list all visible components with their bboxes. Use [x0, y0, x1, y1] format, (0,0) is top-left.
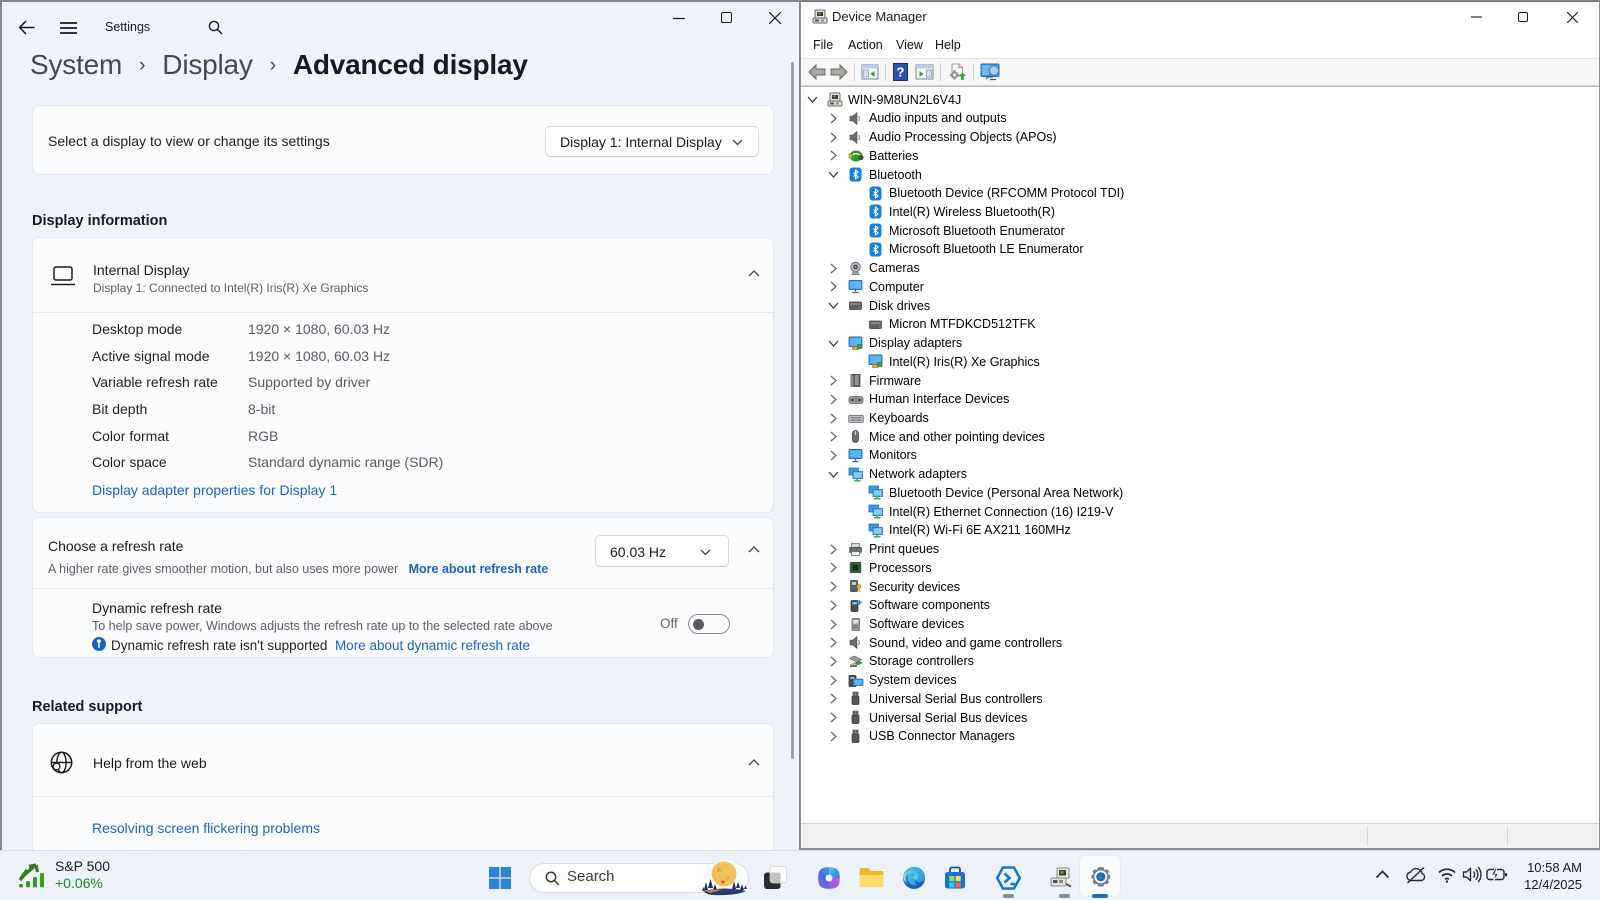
svg-text:?: ? [897, 65, 905, 80]
